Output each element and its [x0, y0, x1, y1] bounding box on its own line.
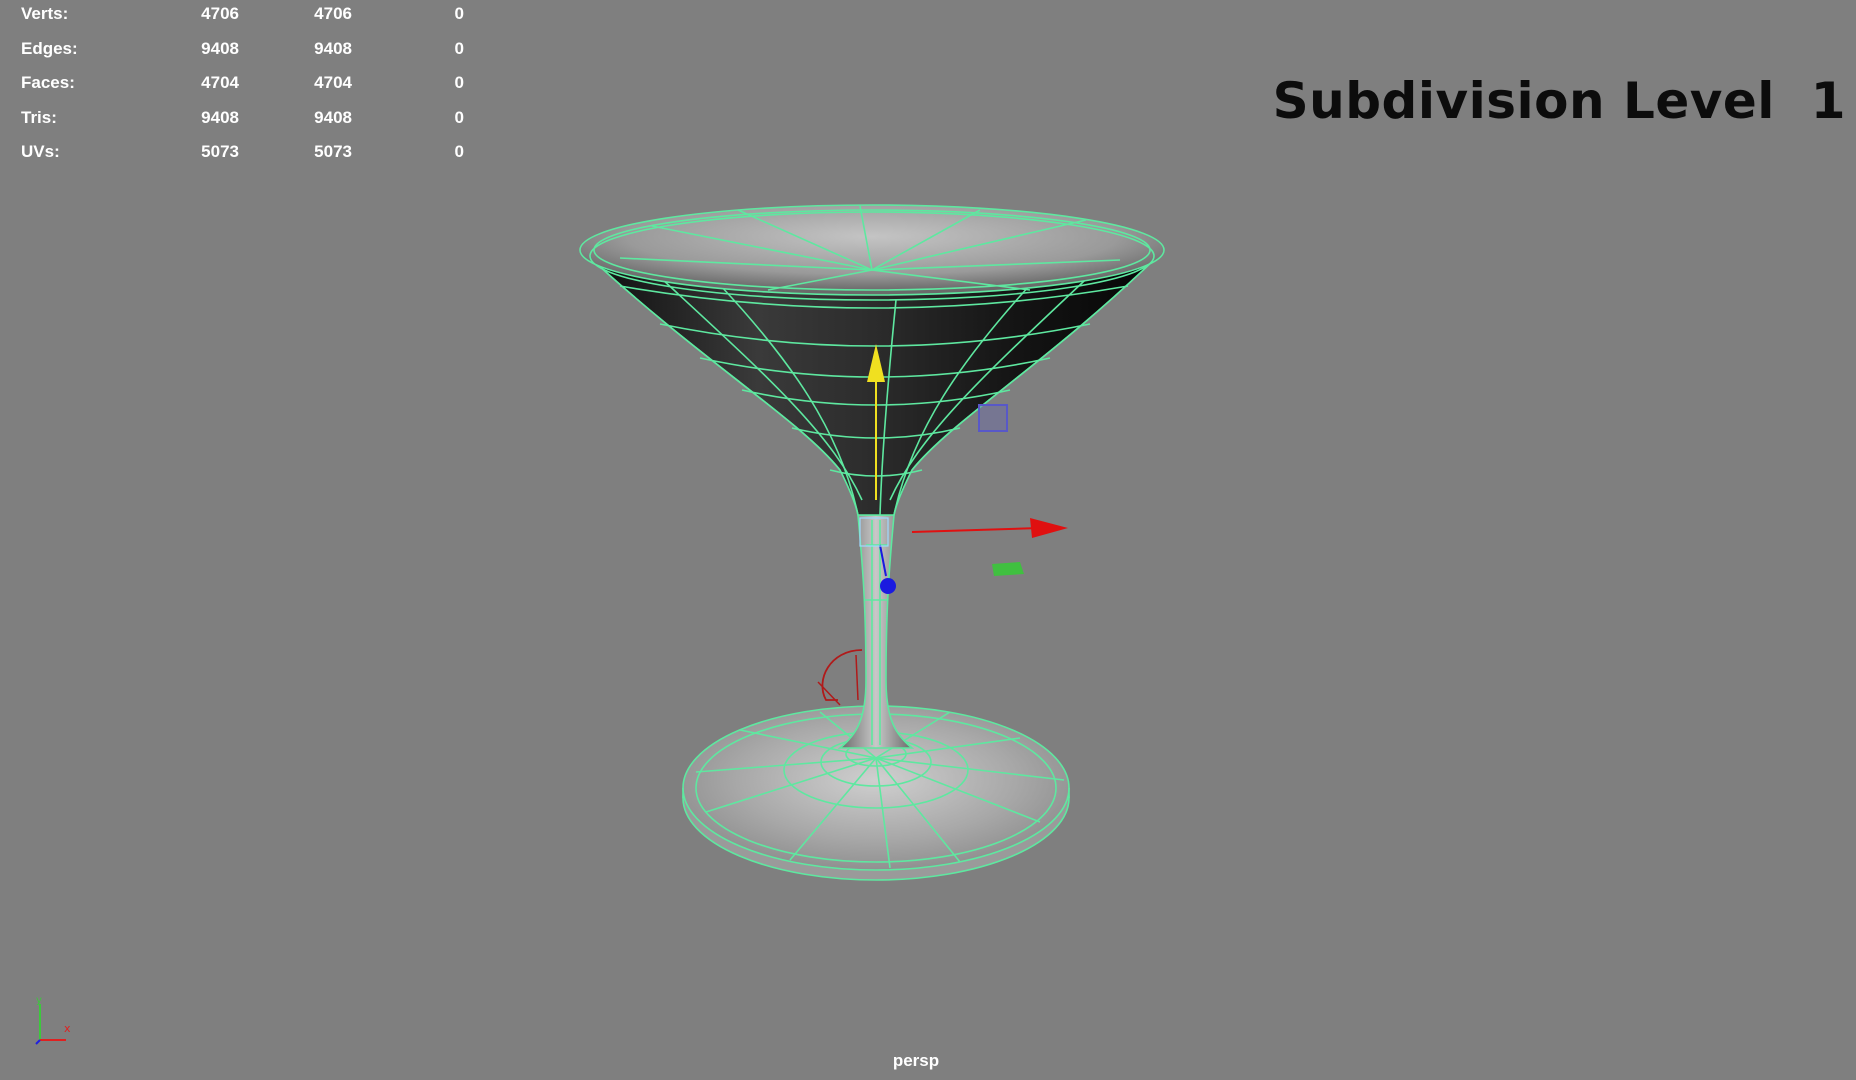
hud-value: 9408: [314, 107, 352, 127]
poly-count-hud: Verts: 4706 4706 0 Edges: 9408 9408 0 Fa…: [20, 2, 464, 175]
camera-name-label: persp: [892, 1051, 940, 1070]
martini-glass-mesh[interactable]: [579, 204, 1165, 881]
hud-value: 0: [454, 38, 464, 58]
hud-row-uvs: UVs: 5073 5073 0: [20, 140, 464, 175]
glass-bowl-inside: [579, 204, 1165, 296]
hud-value: 0: [454, 142, 464, 161]
hud-value: 9408: [201, 107, 239, 127]
hud-value: 4704: [201, 73, 239, 92]
hud-value: 4704: [314, 73, 352, 92]
view-axis-indicator-icon: y x: [35, 996, 71, 1045]
hud-value: 0: [454, 4, 464, 23]
hud-value: 9408: [201, 38, 239, 58]
manipulator-x-arrowhead: [1030, 518, 1068, 538]
hud-value: 5073: [314, 142, 352, 161]
hud-row-verts: Verts: 4706 4706 0: [20, 2, 464, 37]
hud-value: 0: [454, 73, 464, 92]
hud-value: 9408: [314, 38, 352, 58]
hud-row-tris: Tris: 9408 9408 0: [20, 106, 464, 141]
hud-label: Verts:: [21, 4, 69, 23]
hud-value: 4706: [201, 4, 239, 23]
hud-row-edges: Edges: 9408 9408 0: [20, 37, 464, 72]
3d-viewport[interactable]: Verts: 4706 4706 0 Edges: 9408 9408 0 Fa…: [0, 0, 1856, 1080]
hud-value: 0: [454, 107, 464, 127]
hud-label: Edges:: [21, 38, 78, 58]
hud-row-faces: Faces: 4704 4704 0: [20, 71, 464, 106]
hud-label: UVs:: [21, 142, 60, 161]
subdivision-level-title: Subdivision Level 1: [1272, 72, 1846, 130]
hud-label: Faces:: [21, 73, 75, 92]
manipulator-z-handle: [880, 578, 896, 594]
axis-y-label: y: [36, 996, 42, 1006]
hud-value: 5073: [201, 142, 239, 161]
axis-x-label: x: [64, 1022, 71, 1035]
manipulator-xy-plane-handle: [978, 404, 1008, 432]
hud-label: Tris:: [21, 107, 57, 127]
hud-value: 4706: [314, 4, 352, 23]
manipulator-x-axis: [911, 527, 1041, 533]
manipulator-xz-plane-handle: [992, 562, 1024, 576]
